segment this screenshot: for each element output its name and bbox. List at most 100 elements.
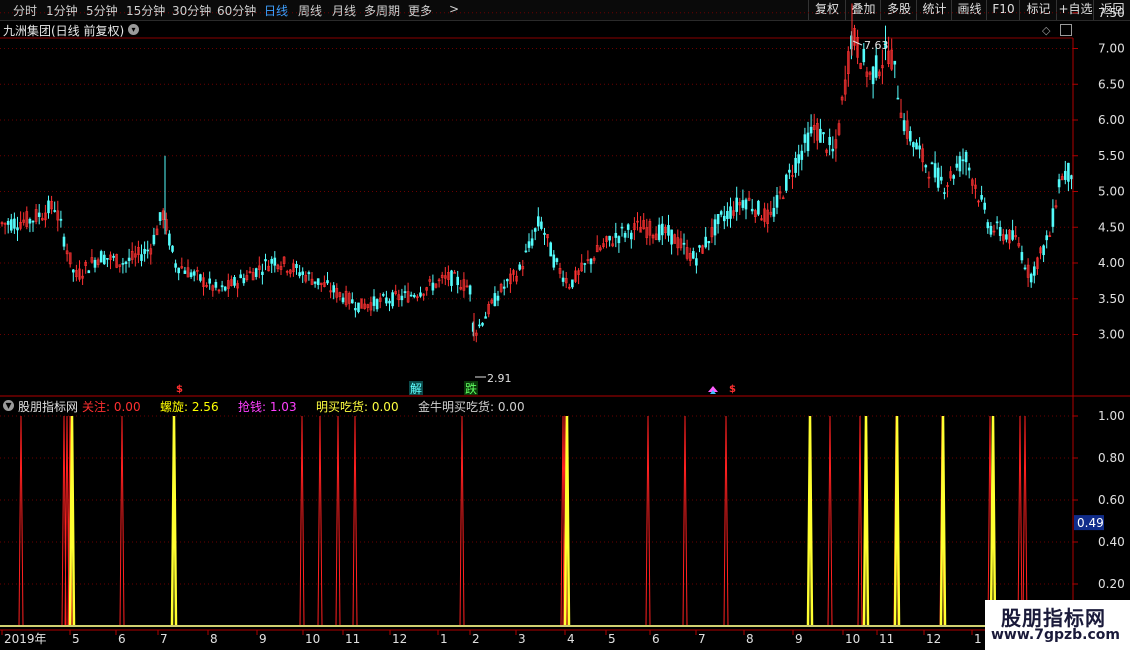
candle-body bbox=[964, 151, 968, 163]
candle-body bbox=[741, 200, 745, 208]
candle-body bbox=[121, 263, 125, 265]
time-label-6: 10 bbox=[305, 632, 320, 646]
signal-spike-red bbox=[119, 415, 125, 627]
candle-body bbox=[784, 174, 788, 191]
candle-body bbox=[273, 257, 277, 266]
candle-body bbox=[385, 297, 388, 304]
candle-body bbox=[381, 294, 385, 296]
time-label-11: 3 bbox=[518, 632, 526, 646]
candle-body bbox=[93, 259, 97, 268]
candle-body bbox=[772, 208, 776, 217]
signal-spike-red bbox=[857, 415, 863, 627]
time-label-8: 12 bbox=[392, 632, 407, 646]
candle-body bbox=[1011, 230, 1014, 240]
indicator-item-4: 金牛明买吃货: 0.00 bbox=[418, 400, 525, 414]
candle-body bbox=[223, 286, 227, 291]
time-label-2: 6 bbox=[118, 632, 126, 646]
candle-body bbox=[1067, 162, 1070, 182]
candle-body bbox=[952, 175, 956, 179]
candle-body bbox=[307, 272, 311, 275]
candle-body bbox=[549, 242, 553, 257]
candlestick-series: 7.63 2.91 $ $ 解 跌 bbox=[0, 3, 1073, 396]
indicator-item-1: 螺旋: 2.56 bbox=[160, 400, 219, 414]
candle-body bbox=[62, 236, 66, 247]
candle-body bbox=[912, 142, 915, 148]
time-label-20: 12 bbox=[926, 632, 941, 646]
watermark-logo: 股朋指标网 www.7gpzb.com bbox=[985, 600, 1130, 650]
time-label-5: 9 bbox=[259, 632, 267, 646]
candle-body bbox=[819, 128, 822, 143]
candle-body bbox=[561, 277, 565, 282]
candle-body bbox=[943, 192, 946, 194]
candle-body bbox=[989, 225, 993, 235]
candle-body bbox=[933, 163, 937, 178]
signal-spike-yellow bbox=[989, 415, 997, 627]
signal-spike-yellow bbox=[893, 415, 901, 627]
time-label-21: 1 bbox=[974, 632, 982, 646]
kline-chart[interactable]: 7.63 2.91 $ $ 解 跌 7.50 7.00 6.50 6.00 5.50 5.00 4.5… bbox=[0, 0, 1130, 650]
signal-spike-red bbox=[827, 415, 833, 627]
time-label-3: 7 bbox=[160, 632, 168, 646]
indicator-item-3: 明买吃货: 0.00 bbox=[316, 400, 399, 414]
ind-label-3: 0.40 bbox=[1098, 535, 1125, 549]
candle-body bbox=[961, 159, 965, 162]
candle-body bbox=[716, 214, 720, 225]
candle-body bbox=[719, 211, 723, 215]
die-signal-label: 跌 bbox=[465, 381, 477, 396]
candle-body bbox=[713, 219, 717, 236]
candle-body bbox=[893, 60, 897, 65]
candle-body bbox=[481, 322, 484, 326]
candle-body bbox=[1005, 234, 1008, 240]
candle-body bbox=[682, 242, 686, 245]
time-label-19: 11 bbox=[879, 632, 894, 646]
candle-body bbox=[757, 200, 760, 215]
time-label-0: 2019年 bbox=[4, 632, 47, 646]
candle-body bbox=[168, 233, 171, 246]
candle-body bbox=[1051, 208, 1055, 227]
candle-body bbox=[496, 295, 500, 301]
candle-body bbox=[695, 258, 698, 266]
candle-body bbox=[620, 226, 624, 229]
axes: 7.50 7.00 6.50 6.00 5.50 5.00 4.50 4.00 3.50 3.00… bbox=[0, 6, 1125, 646]
candle-body bbox=[354, 308, 357, 311]
candle-body bbox=[298, 272, 301, 277]
candle-body bbox=[980, 195, 983, 200]
candle-body bbox=[955, 163, 959, 168]
indicator-label-bar: ▾ 股朋指标网 关注: 0.00 螺旋: 2.56 抢钱: 1.03 明买吃货: 0.… bbox=[0, 398, 525, 414]
candle-body bbox=[871, 66, 875, 85]
candle-body bbox=[803, 134, 807, 143]
candle-body bbox=[629, 232, 633, 240]
candle-body bbox=[47, 200, 50, 214]
time-label-4: 8 bbox=[210, 632, 218, 646]
candle-body bbox=[261, 271, 264, 275]
candle-body bbox=[986, 222, 990, 229]
candle-body bbox=[533, 228, 537, 232]
price-label-0: 7.50 bbox=[1098, 6, 1125, 20]
candle-body bbox=[930, 162, 934, 165]
time-label-14: 6 bbox=[652, 632, 660, 646]
candle-body bbox=[388, 300, 391, 304]
candle-body bbox=[450, 270, 453, 286]
candle-body bbox=[809, 126, 813, 134]
time-label-9: 1 bbox=[440, 632, 448, 646]
candle-body bbox=[270, 258, 274, 264]
candle-body bbox=[1042, 245, 1045, 256]
candle-body bbox=[400, 295, 404, 301]
candle-body bbox=[1033, 266, 1036, 276]
current-value-label: 0.49 bbox=[1077, 516, 1104, 530]
candle-body bbox=[341, 297, 345, 303]
candle-body bbox=[242, 277, 246, 284]
candle-body bbox=[239, 274, 242, 279]
candle-body bbox=[220, 285, 224, 288]
chevron-down-icon[interactable]: ▾ bbox=[3, 399, 14, 411]
candle-body bbox=[936, 167, 940, 188]
candle-body bbox=[589, 258, 593, 265]
signal-spike-red bbox=[1022, 415, 1028, 627]
ind-label-2: 0.60 bbox=[1098, 493, 1125, 507]
candle-body bbox=[233, 277, 236, 286]
signal-spike-red bbox=[317, 415, 323, 627]
candle-body bbox=[431, 282, 435, 291]
candle-body bbox=[112, 255, 115, 258]
time-label-15: 7 bbox=[698, 632, 706, 646]
indicator-signal-series bbox=[0, 415, 1073, 627]
